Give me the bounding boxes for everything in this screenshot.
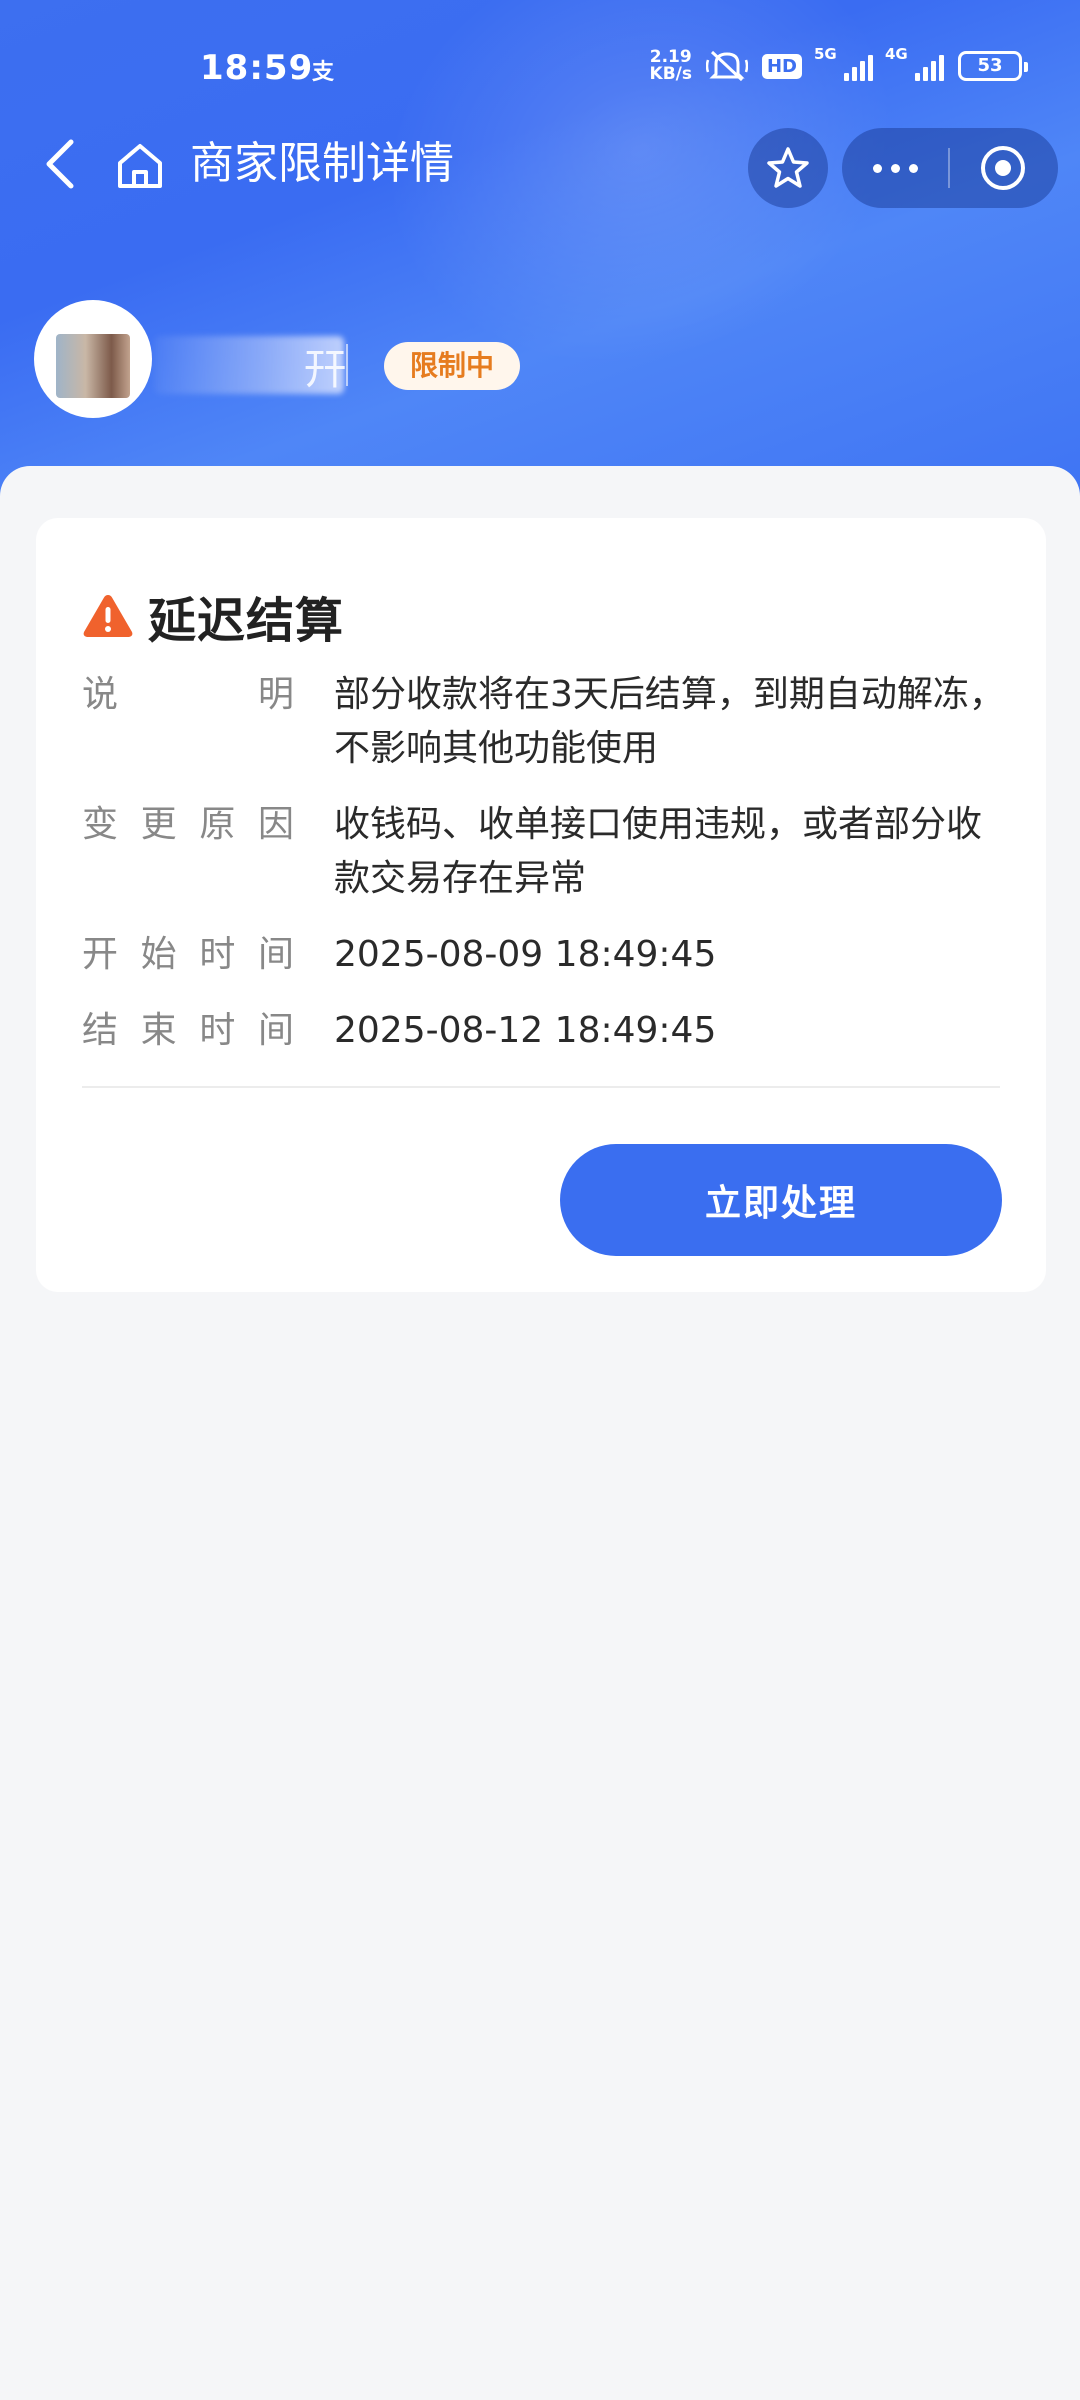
card-header: 延迟结算 [82,584,345,649]
favorite-button[interactable] [748,128,828,208]
mini-program-capsule [842,128,1058,208]
handle-now-button[interactable]: 立即处理 [560,1144,1002,1256]
content-sheet: 延迟结算 说明 部分收款将在3天后结算，到期自动解冻，不影响其他功能使用 变更原… [0,466,1080,2400]
back-button[interactable] [30,134,90,194]
restriction-card: 延迟结算 说明 部分收款将在3天后结算，到期自动解冻，不影响其他功能使用 变更原… [36,518,1046,1292]
more-icon-dot [872,163,882,173]
alipay-status-icon: 支 [312,60,335,85]
chevron-left-icon [46,139,74,189]
signal-5g-icon: 5G [814,45,873,81]
detail-label: 开始时间 [82,934,294,975]
merchant-name-fragment: 幵 [304,345,347,394]
status-badge: 限制中 [384,342,521,390]
detail-value: 2025-08-12 18:49:45 [334,1010,717,1051]
hd-voice-badge: HD [761,53,802,79]
detail-label: 变更原因 [82,804,294,845]
home-icon [118,144,162,188]
signal-4g-icon: 4G [885,45,944,81]
more-button[interactable] [842,128,948,208]
more-icon-dot [890,163,900,173]
detail-value: 部分收款将在3天后结算，到期自动解冻，不影响其他功能使用 [334,674,1005,769]
status-bar: 18:59 支 2.19 KB/s HD 5G 4G 53 [0,0,1080,140]
more-icon-dot [908,163,918,173]
page-title: 商家限制详情 [190,138,454,189]
detail-value: 收钱码、收单接口使用违规，或者部分收款交易存在异常 [334,804,983,899]
merchant-avatar [34,300,152,418]
signal-5g-label: 5G [814,45,837,63]
warning-icon [83,595,133,637]
card-title: 延迟结算 [148,593,345,649]
status-time: 18:59 [200,48,314,88]
detail-label: 结束时间 [82,1010,294,1051]
detail-label: 说明 [82,674,294,715]
battery-icon: 53 [958,51,1028,81]
nav-bar: 商家限制详情 [0,120,1080,210]
target-icon [981,146,1025,190]
merchant-info: 幵 限制中 [34,300,1034,420]
network-speed: 2.19 KB/s [650,49,692,83]
star-icon [767,147,809,188]
mute-icon [705,50,748,82]
home-button[interactable] [108,134,172,198]
merchant-photo [56,334,130,398]
system-icons: 2.19 KB/s HD 5G 4G 53 [650,45,1028,84]
merchant-separator [346,344,348,386]
card-divider [82,1086,1000,1088]
network-speed-unit: KB/s [649,64,692,84]
close-mini-program-button[interactable] [950,128,1056,208]
signal-4g-label: 4G [885,45,908,63]
detail-value: 2025-08-09 18:49:45 [334,934,717,975]
